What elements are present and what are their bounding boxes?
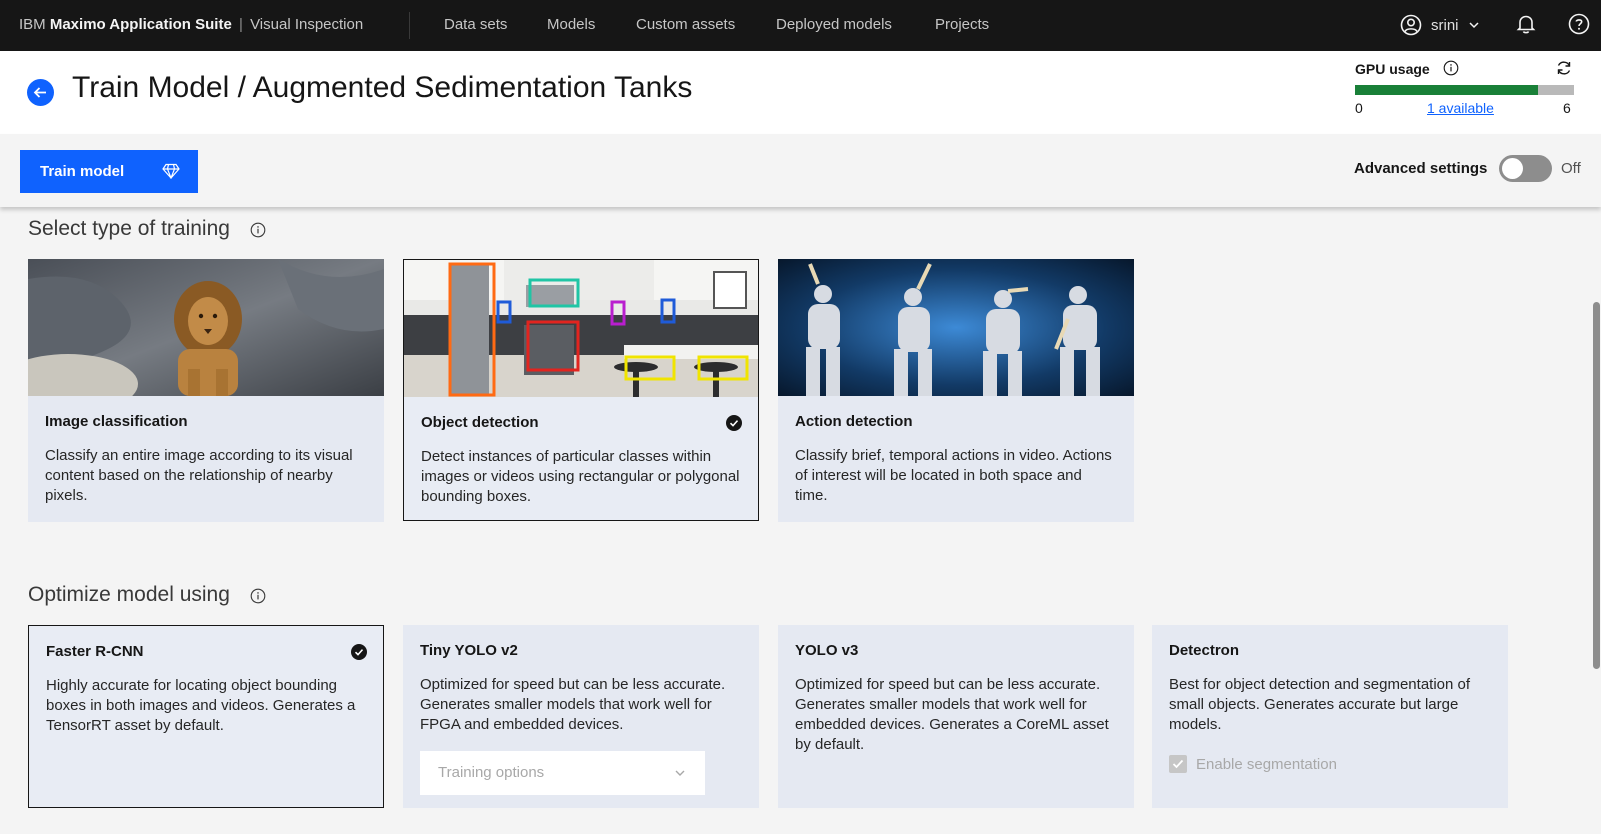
gpu-min-value: 0: [1355, 100, 1363, 116]
back-button[interactable]: [27, 79, 54, 106]
card-description: Best for object detection and segmentati…: [1169, 676, 1471, 733]
card-description: Optimized for speed but can be less accu…: [795, 676, 1109, 753]
toggle-state-label: Off: [1561, 160, 1581, 177]
card-description: Classify brief, temporal actions in vide…: [795, 447, 1112, 504]
gpu-usage-bar: [1355, 85, 1574, 95]
page-header: Train Model / Augmented Sedimentation Ta…: [0, 51, 1601, 134]
checkbox-box: [1169, 755, 1187, 773]
training-card-object-detection[interactable]: Object detection Detect instances of par…: [403, 259, 759, 521]
card-description: Detect instances of particular classes w…: [421, 448, 740, 505]
train-model-label: Train model: [40, 163, 125, 180]
gpu-usage-label: GPU usage: [1355, 61, 1430, 77]
kitchen-image: [404, 260, 758, 397]
optimize-card-tiny-yolo-v2[interactable]: Tiny YOLO v2 Optimized for speed but can…: [403, 625, 759, 808]
page-scrollbar[interactable]: [1593, 302, 1600, 669]
brand-suite: Maximo Application Suite: [49, 16, 232, 33]
user-menu[interactable]: srini: [1400, 13, 1480, 37]
user-name: srini: [1431, 16, 1459, 34]
toggle-knob: [1502, 158, 1523, 179]
user-avatar-icon: [1400, 14, 1422, 36]
arrow-left-icon: [33, 87, 46, 98]
info-icon[interactable]: [250, 222, 266, 238]
advanced-settings-label: Advanced settings: [1354, 160, 1488, 177]
nav-divider: [409, 12, 410, 39]
top-navigation: IBM Maximo Application Suite | Visual In…: [0, 0, 1601, 51]
gpu-max-value: 6: [1563, 100, 1571, 116]
brand-product: Visual Inspection: [250, 16, 364, 33]
nav-item-deployed-models[interactable]: Deployed models: [776, 16, 892, 33]
advanced-settings-toggle[interactable]: [1499, 155, 1552, 182]
training-card-image-classification[interactable]: Image classification Classify an entire …: [28, 259, 384, 522]
train-model-button[interactable]: Train model: [20, 150, 198, 193]
card-description: Classify an entire image according to it…: [45, 447, 353, 504]
section-title-training-type: Select type of training: [28, 217, 230, 240]
baseball-image: [778, 259, 1134, 396]
card-title: Object detection: [421, 414, 539, 431]
info-icon[interactable]: [1443, 60, 1459, 76]
refresh-icon[interactable]: [1555, 59, 1573, 77]
info-icon[interactable]: [250, 588, 266, 604]
enable-segmentation-checkbox[interactable]: Enable segmentation: [1169, 755, 1337, 773]
brand-separator: |: [238, 16, 243, 33]
checkbox-label: Enable segmentation: [1196, 755, 1337, 773]
card-title: Tiny YOLO v2: [420, 642, 518, 659]
nav-item-projects[interactable]: Projects: [935, 16, 989, 33]
card-title: Image classification: [45, 413, 188, 430]
optimize-card-faster-rcnn[interactable]: Faster R-CNN Highly accurate for locatin…: [28, 625, 384, 808]
gpu-usage-fill: [1355, 85, 1538, 95]
section-title-optimize: Optimize model using: [28, 583, 230, 606]
nav-item-data-sets[interactable]: Data sets: [444, 16, 507, 33]
diamond-icon: [162, 163, 180, 179]
card-description: Highly accurate for locating object boun…: [46, 677, 356, 734]
toolbar: Train model Advanced settings Off: [0, 134, 1601, 207]
page-title: Train Model / Augmented Sedimentation Ta…: [72, 71, 693, 104]
brand-prefix: IBM: [19, 16, 46, 33]
brand[interactable]: IBM Maximo Application Suite | Visual In…: [19, 16, 363, 33]
gpu-available-link[interactable]: 1 available: [1427, 100, 1494, 116]
main-content: Select type of training Image classifica…: [0, 207, 1589, 834]
training-options-dropdown[interactable]: Training options: [420, 751, 705, 795]
card-title: YOLO v3: [795, 642, 859, 659]
training-card-action-detection[interactable]: Action detection Classify brief, tempora…: [778, 259, 1134, 522]
notification-icon[interactable]: [1515, 13, 1539, 37]
optimize-card-yolo-v3[interactable]: YOLO v3 Optimized for speed but can be l…: [778, 625, 1134, 808]
nav-item-models[interactable]: Models: [547, 16, 595, 33]
selected-checkmark-icon: [351, 644, 367, 660]
lion-image: [28, 259, 384, 396]
card-title: Detectron: [1169, 642, 1240, 659]
chevron-down-icon: [1468, 22, 1479, 29]
nav-item-custom-assets[interactable]: Custom assets: [636, 16, 735, 33]
chevron-down-icon: [675, 770, 685, 776]
card-title: Faster R-CNN: [46, 643, 144, 660]
card-title: Action detection: [795, 413, 913, 430]
selected-checkmark-icon: [726, 415, 742, 431]
card-description: Optimized for speed but can be less accu…: [420, 676, 726, 733]
help-icon[interactable]: [1568, 13, 1592, 37]
dropdown-placeholder: Training options: [438, 764, 545, 781]
optimize-card-detectron[interactable]: Detectron Best for object detection and …: [1152, 625, 1508, 808]
